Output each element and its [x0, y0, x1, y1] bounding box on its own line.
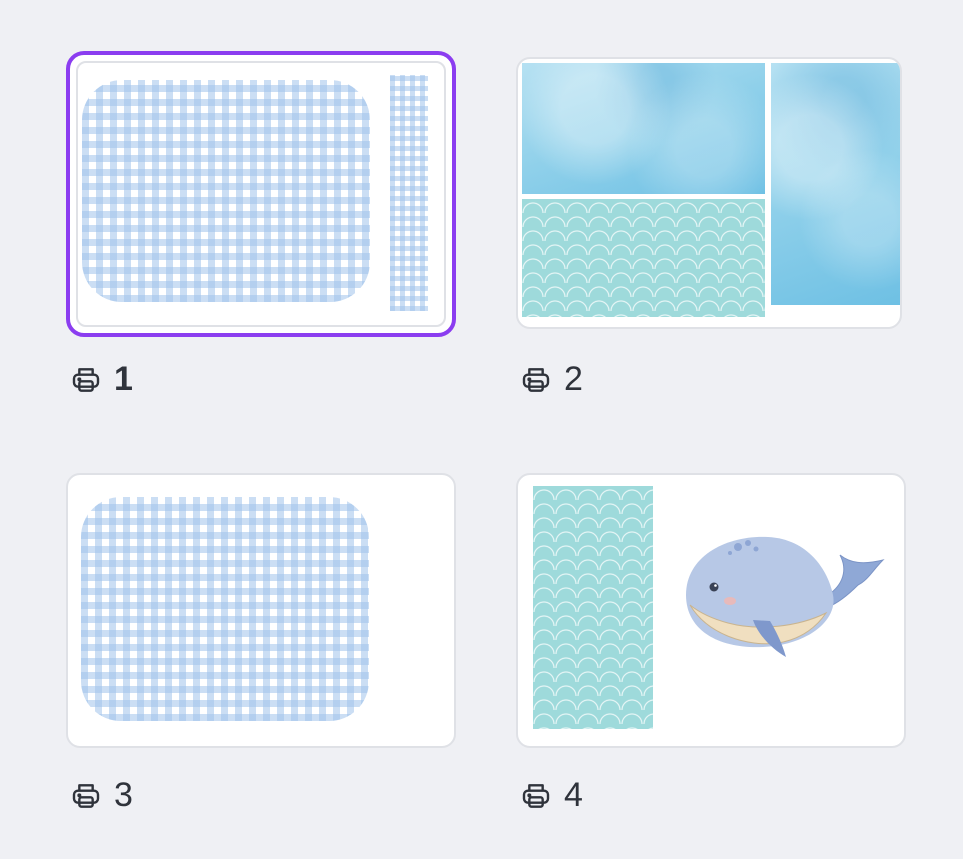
watercolor-blue-panel-side [771, 63, 900, 305]
page-label-1: 1 [70, 360, 133, 399]
gingham-strip [390, 75, 428, 311]
page-label-3: 3 [70, 776, 133, 815]
page-thumbnail-2[interactable] [516, 57, 902, 329]
whale-illustration [686, 536, 885, 657]
page-number: 1 [114, 360, 133, 398]
page-number: 2 [564, 360, 583, 398]
page-canvas-1 [76, 61, 446, 327]
printer-icon [72, 367, 100, 392]
printer-icon [72, 783, 100, 808]
watercolor-blue-panel-top [522, 63, 765, 194]
printer-icon [522, 367, 550, 392]
gingham-rounded-panel [82, 80, 370, 302]
page-thumbnail-1[interactable] [66, 51, 456, 337]
page-label-4: 4 [520, 776, 583, 815]
page-thumbnail-3[interactable] [66, 473, 456, 748]
page-number: 3 [114, 776, 133, 814]
aqua-wave-strip [533, 486, 653, 729]
page-number: 4 [564, 776, 583, 814]
gingham-rounded-panel [81, 497, 369, 721]
aqua-wave-panel [522, 199, 765, 317]
printer-icon [522, 783, 550, 808]
page-label-2: 2 [520, 360, 583, 399]
page-thumbnail-4[interactable] [516, 473, 906, 748]
